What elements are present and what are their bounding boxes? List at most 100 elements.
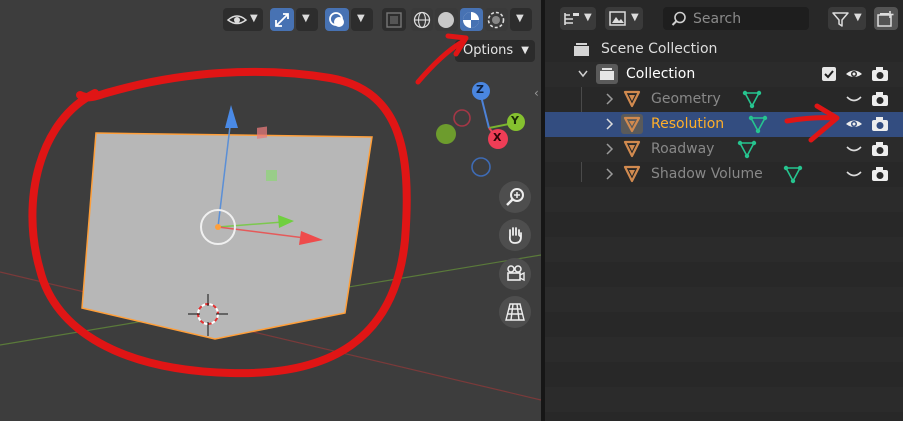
- new-collection-button[interactable]: [874, 7, 898, 30]
- xray-icon: [386, 12, 402, 28]
- outliner-panel[interactable]: ▼ ▼ ▼ Scene Collecti: [545, 0, 903, 421]
- camera-render-icon[interactable]: [871, 116, 889, 132]
- chevron-down-icon[interactable]: [577, 66, 589, 82]
- camera-render-icon[interactable]: [871, 91, 889, 107]
- pan-hand-icon: [508, 227, 522, 244]
- options-dropdown[interactable]: Options ▼: [455, 40, 535, 62]
- viewport-scene: [0, 82, 541, 401]
- mesh-object-icon: [623, 165, 641, 183]
- overlay-dropdown-button[interactable]: ▼: [351, 8, 373, 31]
- gizmo-toggle-button[interactable]: [270, 8, 294, 31]
- shading-material-preview-button[interactable]: [460, 8, 483, 31]
- outliner-item-geometry[interactable]: Geometry: [545, 87, 903, 112]
- camera-render-icon[interactable]: [871, 141, 889, 157]
- 3d-viewport[interactable]: Z Y X ▼ ▼ ▼ ▼ Options ▼ ‹: [0, 0, 541, 421]
- options-label: Options: [463, 43, 514, 58]
- chevron-down-icon: ▼: [516, 13, 524, 24]
- shading-solid-button[interactable]: [435, 8, 458, 31]
- outliner-view-icon: [564, 13, 579, 25]
- shading-dropdown-button[interactable]: ▼: [510, 8, 532, 31]
- chevron-down-icon: ▼: [521, 45, 529, 56]
- image-icon: [609, 11, 626, 26]
- filter-funnel-icon: [832, 12, 849, 27]
- mesh-data-icon: [742, 90, 762, 109]
- scene-collection-label: Scene Collection: [601, 41, 718, 57]
- chevron-down-icon: ▼: [302, 13, 310, 24]
- empty-row: [545, 387, 903, 412]
- zoom-button[interactable]: [499, 181, 531, 213]
- overlay-toggle-button[interactable]: [325, 8, 349, 31]
- outliner-item-roadway[interactable]: Roadway: [545, 137, 903, 162]
- mesh-data-icon: [783, 165, 803, 184]
- collection-label: Collection: [626, 66, 696, 82]
- gizmo-dropdown-button[interactable]: ▼: [296, 8, 318, 31]
- mesh-data-icon: [748, 115, 768, 134]
- search-input[interactable]: [693, 7, 803, 30]
- eye-visible-icon[interactable]: [845, 67, 863, 81]
- chevron-right-icon[interactable]: [603, 166, 615, 182]
- overlay-icon: [329, 12, 344, 27]
- scene-collection-row[interactable]: Scene Collection: [545, 37, 903, 62]
- xray-toggle-button[interactable]: [382, 8, 406, 31]
- camera-icon: [507, 265, 525, 282]
- chevron-right-icon[interactable]: [603, 116, 615, 132]
- search-icon: [671, 11, 686, 26]
- scene-collection-icon: [574, 43, 589, 56]
- gizmo-axis-z-label: Z: [476, 83, 484, 96]
- grid-perspective-icon: [505, 303, 525, 321]
- camera-render-icon[interactable]: [871, 66, 889, 82]
- shading-rendered-button[interactable]: [485, 8, 508, 31]
- navigation-gizmo: [436, 82, 525, 177]
- collection-row[interactable]: Collection: [545, 62, 903, 87]
- z-gizmo-arrow: [225, 105, 238, 128]
- chevron-right-icon[interactable]: [603, 141, 615, 157]
- empty-row: [545, 187, 903, 212]
- empty-row: [545, 337, 903, 362]
- filter-dropdown[interactable]: ▼: [828, 7, 866, 30]
- camera-render-icon[interactable]: [871, 166, 889, 182]
- outliner-item-shadow-volume[interactable]: Shadow Volume: [545, 162, 903, 187]
- pan-button[interactable]: [499, 219, 531, 251]
- search-field[interactable]: [663, 7, 809, 30]
- eye-visibility-icon: [226, 15, 248, 25]
- camera-view-button[interactable]: [499, 258, 531, 290]
- sidebar-toggle-icon[interactable]: ‹: [534, 86, 539, 100]
- filter-display-dropdown[interactable]: ▼: [605, 7, 643, 30]
- transform-gizmo-icon: [275, 13, 289, 27]
- mesh-object-icon: [623, 90, 641, 108]
- collection-icon: [596, 64, 618, 84]
- zoom-icon: [506, 188, 524, 206]
- chevron-down-icon: ▼: [631, 12, 639, 23]
- chevron-down-icon: ▼: [357, 13, 365, 24]
- chevron-down-icon: ▼: [250, 13, 258, 24]
- solid-icon: [438, 12, 454, 28]
- chevron-down-icon: ▼: [584, 12, 592, 23]
- chevron-right-icon[interactable]: [603, 91, 615, 107]
- visibility-selector-button[interactable]: ▼: [223, 8, 263, 31]
- wireframe-icon: [413, 11, 431, 29]
- empty-row: [545, 287, 903, 312]
- selected-plane-mesh: [81, 132, 373, 340]
- object-label: Geometry: [651, 91, 721, 107]
- object-label: Resolution: [651, 116, 725, 132]
- rendered-icon: [487, 11, 505, 29]
- display-mode-dropdown[interactable]: ▼: [560, 7, 596, 30]
- empty-row: [545, 237, 903, 262]
- eye-visible-icon[interactable]: [845, 117, 863, 131]
- eye-hidden-icon[interactable]: [845, 142, 863, 156]
- mesh-object-icon: [621, 114, 643, 134]
- eye-hidden-icon[interactable]: [845, 167, 863, 181]
- chevron-down-icon: ▼: [854, 12, 862, 23]
- mesh-object-icon: [623, 140, 641, 158]
- eye-hidden-icon[interactable]: [845, 92, 863, 106]
- gizmo-axis-y-label: Y: [511, 114, 519, 127]
- mesh-data-icon: [737, 140, 757, 159]
- perspective-toggle-button[interactable]: [499, 296, 531, 328]
- outliner-item-resolution[interactable]: Resolution: [545, 112, 903, 137]
- material-preview-icon: [463, 12, 479, 28]
- checkbox-checked-icon[interactable]: [822, 67, 836, 81]
- gizmo-axis-x-label: X: [493, 131, 502, 144]
- object-label: Roadway: [651, 141, 715, 157]
- new-collection-icon: [877, 11, 894, 27]
- shading-wireframe-button[interactable]: [411, 8, 433, 31]
